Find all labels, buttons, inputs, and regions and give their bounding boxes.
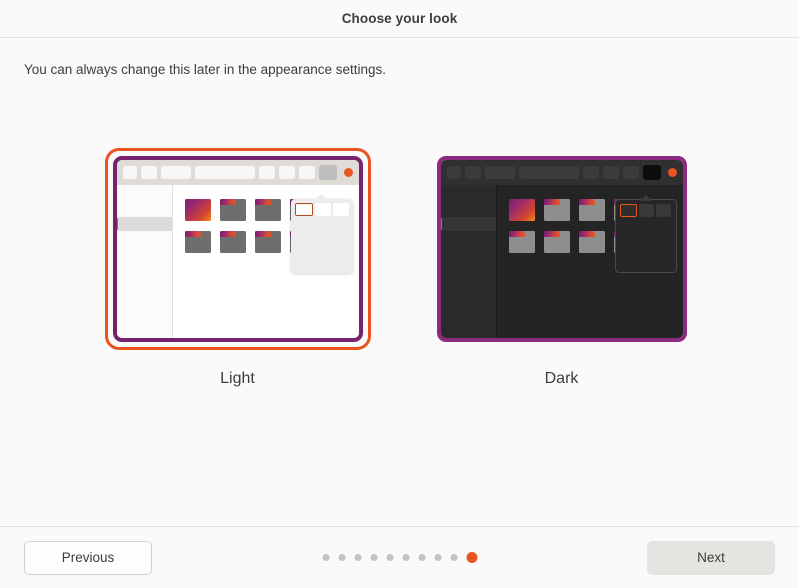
theme-preview-dark <box>436 156 687 342</box>
preview-headerbar-dark <box>440 160 683 185</box>
folder-icon <box>184 231 211 253</box>
preview-hb-pathbar <box>518 166 579 179</box>
preview-segmented-control <box>294 203 349 216</box>
setup-wizard-window: Choose your look You can always change t… <box>0 0 799 588</box>
folder-icon <box>578 199 605 221</box>
content-area: You can always change this later in the … <box>0 38 799 526</box>
preview-segment <box>638 204 655 217</box>
page-indicator-dots <box>322 552 477 563</box>
preview-segment <box>314 203 331 216</box>
next-button[interactable]: Next <box>647 540 775 575</box>
preview-hb-button <box>602 166 619 179</box>
preview-hb-button <box>298 166 315 179</box>
folder-icon <box>543 199 570 221</box>
page-dot-active <box>466 552 477 563</box>
preview-hb-button <box>258 166 275 179</box>
preview-popover-light <box>290 194 353 273</box>
theme-option-dark[interactable]: Dark <box>429 148 695 388</box>
preview-sidebar-dark <box>440 185 497 338</box>
subtitle-text: You can always change this later in the … <box>24 62 386 77</box>
page-dot <box>450 554 457 561</box>
folder-icon-selected <box>508 199 535 221</box>
preview-sidebar-light <box>116 185 173 338</box>
theme-choices: Light Dark <box>0 148 799 388</box>
footer-bar: Previous Next <box>0 526 799 588</box>
preview-hb-button <box>446 166 461 179</box>
folder-icon <box>508 231 535 253</box>
preview-file-area-light <box>173 185 359 338</box>
page-dot <box>434 554 441 561</box>
page-dot <box>370 554 377 561</box>
folder-icon <box>219 231 246 253</box>
preview-headerbar-light <box>116 160 359 185</box>
preview-hb-pathbar <box>194 166 255 179</box>
page-dot <box>322 554 329 561</box>
selection-ring-light <box>104 148 371 350</box>
previous-button[interactable]: Previous <box>24 540 152 575</box>
preview-accent-dot <box>343 168 353 177</box>
theme-label-light: Light <box>220 370 255 387</box>
folder-icon-selected <box>184 199 211 221</box>
theme-option-light[interactable]: Light <box>104 148 371 388</box>
page-title: Choose your look <box>341 11 458 26</box>
titlebar: Choose your look <box>0 0 799 38</box>
preview-segment <box>332 203 349 216</box>
theme-preview-light <box>112 156 363 342</box>
folder-icon <box>254 199 281 221</box>
preview-hb-button <box>278 166 295 179</box>
page-dot <box>386 554 393 561</box>
theme-label-dark: Dark <box>544 370 579 387</box>
preview-hb-button <box>160 166 191 179</box>
preview-hb-button <box>122 166 137 179</box>
preview-hb-button <box>622 166 639 179</box>
folder-icon <box>219 199 246 221</box>
page-dot <box>354 554 361 561</box>
preview-sidebar-selected-row <box>116 217 172 231</box>
preview-hb-button <box>464 166 481 179</box>
preview-hb-button <box>140 166 157 179</box>
preview-hb-menu-button <box>318 165 337 180</box>
preview-hb-menu-button <box>642 165 661 180</box>
preview-segment-selected <box>619 204 637 217</box>
selection-ring-dark <box>429 148 695 350</box>
preview-hb-button <box>484 166 515 179</box>
preview-segmented-control <box>619 204 672 217</box>
preview-hb-button <box>582 166 599 179</box>
folder-icon <box>543 231 570 253</box>
preview-popover-dark <box>614 195 677 273</box>
preview-file-area-dark <box>497 185 683 338</box>
preview-segment-selected <box>294 203 313 216</box>
folder-icon <box>578 231 605 253</box>
preview-accent-dot <box>667 168 677 177</box>
page-dot <box>402 554 409 561</box>
page-dot <box>418 554 425 561</box>
page-dot <box>338 554 345 561</box>
preview-sidebar-selected-row <box>440 217 496 231</box>
preview-segment <box>656 204 672 217</box>
folder-icon <box>254 231 281 253</box>
